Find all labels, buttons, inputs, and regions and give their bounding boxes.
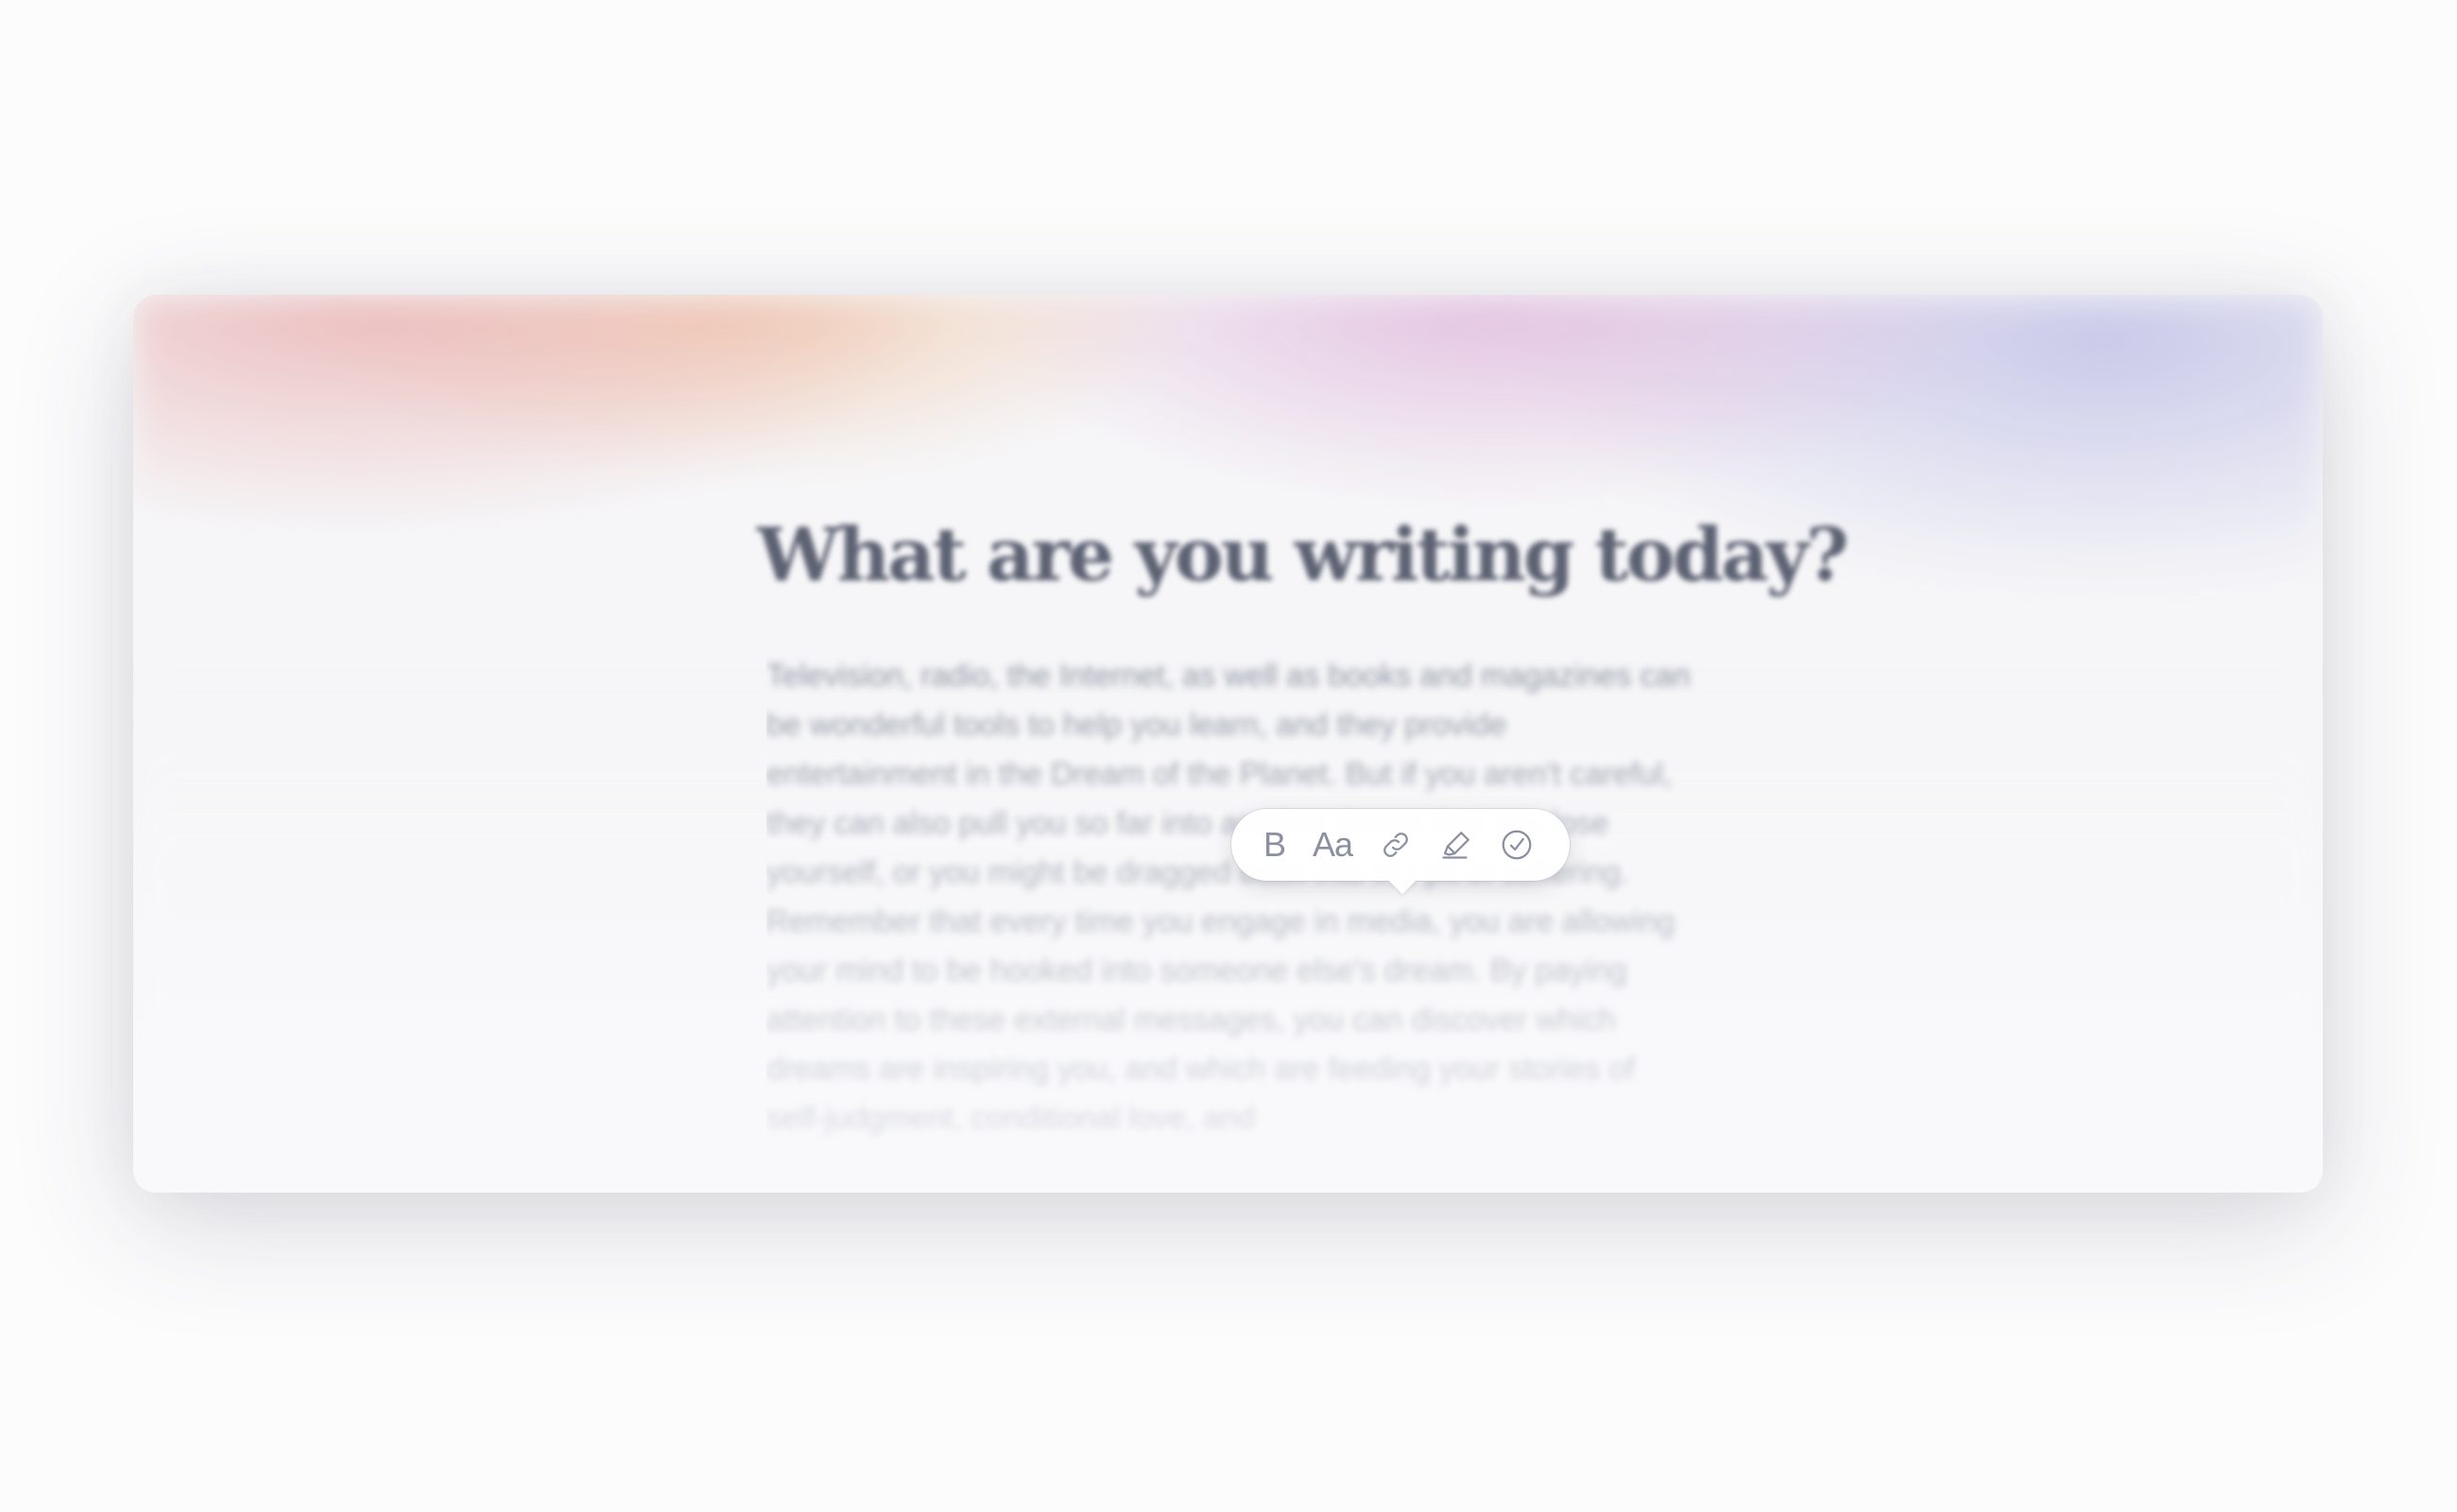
- link-icon: [1383, 833, 1408, 857]
- highlight-button[interactable]: [1439, 818, 1473, 871]
- editor-window: What are you writing today? Television, …: [133, 295, 2323, 1193]
- text-style-button[interactable]: Aa: [1313, 818, 1353, 871]
- bold-button[interactable]: B: [1263, 818, 1286, 871]
- formatting-toolbar: B Aa: [1231, 809, 1570, 881]
- bold-icon: B: [1263, 825, 1287, 864]
- comment-check-button[interactable]: [1500, 818, 1534, 871]
- highlighter-icon: [1442, 832, 1469, 859]
- text-style-icon: Aa: [1313, 825, 1353, 864]
- document-title[interactable]: What are you writing today?: [757, 512, 1849, 598]
- page-background: What are you writing today? Television, …: [0, 0, 2457, 1512]
- link-button[interactable]: [1379, 818, 1413, 871]
- check-circle-icon: [1502, 830, 1532, 860]
- document-body[interactable]: Television, radio, the Internet, as well…: [766, 651, 1702, 1143]
